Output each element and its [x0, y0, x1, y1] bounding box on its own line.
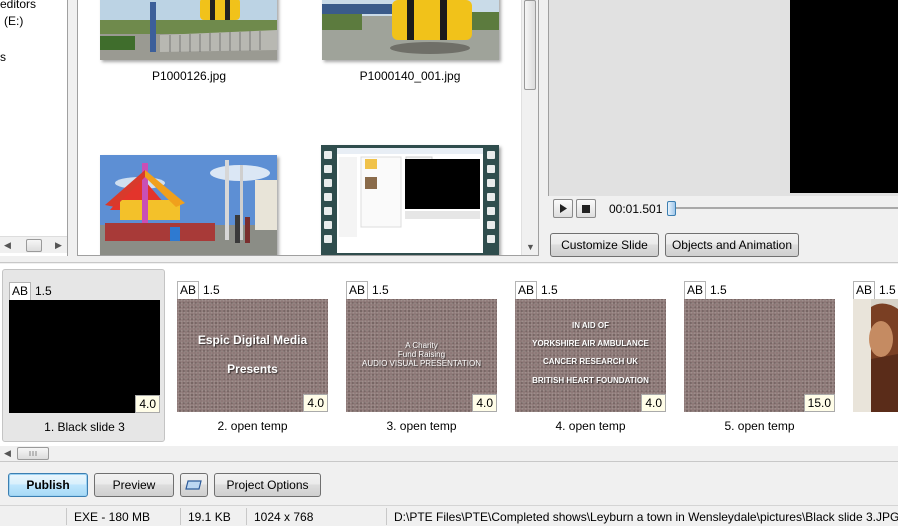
slide-text-line: BRITISH HEART FOUNDATION	[532, 376, 649, 385]
timeline-slider[interactable]	[667, 201, 676, 216]
stop-button[interactable]	[576, 199, 596, 218]
tree-item-drive-e[interactable]: (E:)	[4, 14, 23, 28]
ride-photo-icon	[100, 155, 277, 255]
slide-item[interactable]: AB 1.5	[847, 269, 898, 442]
transition-duration: 1.5	[541, 283, 558, 297]
slide-label: 4. open temp	[555, 419, 626, 433]
transition-badge[interactable]: AB	[684, 281, 706, 300]
slide-text-line: CANCER RESEARCH UK	[542, 357, 639, 366]
slide-text-line: Espic Digital Media	[197, 333, 308, 347]
fairground-photo-icon	[100, 0, 277, 60]
project-options-button[interactable]: Project Options	[214, 473, 321, 497]
file-path: D:\PTE Files\PTE\Completed shows\Leyburn…	[394, 510, 898, 524]
objects-and-animation-button[interactable]: Objects and Animation	[665, 233, 799, 257]
transition-badge[interactable]: AB	[515, 281, 537, 300]
slide-item[interactable]: AB 1.5 IN AID OF YORKSHIRE AIR AMBULANCE…	[509, 269, 672, 442]
file-thumbnail-p1000126[interactable]	[100, 0, 277, 60]
preview-button[interactable]: Preview	[94, 473, 174, 497]
slide-thumbnail[interactable]: 15.0	[684, 299, 835, 412]
browser-scroll-thumb[interactable]	[524, 0, 536, 90]
exe-size: EXE - 180 MB	[74, 510, 151, 524]
ride-photo-icon	[322, 0, 499, 60]
slide-thumbnail[interactable]: IN AID OF YORKSHIRE AIR AMBULANCE CANCER…	[515, 299, 666, 412]
customize-slide-button[interactable]: Customize Slide	[550, 233, 659, 257]
image-dimensions: 1024 x 768	[254, 510, 314, 524]
panel-divider[interactable]	[0, 262, 898, 263]
scroll-left-icon[interactable]: ◀	[4, 448, 11, 459]
play-icon	[560, 204, 567, 213]
scroll-right-icon[interactable]: ▶	[55, 240, 62, 251]
file-size: 19.1 KB	[188, 510, 231, 524]
slide-thumbnail[interactable]	[853, 299, 898, 412]
film-strip-icon	[321, 145, 499, 255]
slide-label: 3. open temp	[386, 419, 457, 433]
tree-horizontal-scrollbar[interactable]: ◀ ▶	[0, 236, 67, 253]
slide-list-horizontal-scrollbar[interactable]: ◀	[0, 446, 898, 461]
scroll-left-icon[interactable]: ◀	[4, 240, 11, 251]
slide-duration: 4.0	[303, 394, 328, 412]
slide-duration: 4.0	[472, 394, 497, 412]
person-photo-icon	[853, 299, 898, 412]
tree-item-s[interactable]: s	[0, 50, 6, 64]
grip-icon	[29, 451, 37, 456]
slide-duration: 4.0	[135, 395, 160, 413]
fullscreen-preview-button[interactable]	[180, 473, 208, 497]
slide-label: 5. open temp	[724, 419, 795, 433]
slide-list-scroll-thumb[interactable]	[17, 447, 49, 460]
preview-image	[790, 0, 898, 193]
slide-thumbnail[interactable]: A Charity Fund Raising AUDIO VISUAL PRES…	[346, 299, 497, 412]
transition-duration: 1.5	[710, 283, 727, 297]
file-name[interactable]: P1000126.jpg	[89, 69, 289, 83]
play-button[interactable]	[553, 199, 573, 218]
scroll-down-icon[interactable]: ▼	[526, 242, 535, 252]
playback-time: 00:01.501	[609, 202, 663, 216]
slide-item[interactable]: AB 1.5 15.0 5. open temp	[678, 269, 841, 442]
slide-label: 2. open temp	[217, 419, 288, 433]
timeline-track[interactable]	[671, 207, 898, 209]
slide-label: 1. Black slide 3	[44, 420, 125, 434]
folder-tree[interactable]: editors (E:) s ◀ ▶	[0, 0, 68, 256]
slide-thumbnail[interactable]: Espic Digital Media Presents 4.0	[177, 299, 328, 412]
slide-item[interactable]: AB 1.5 Espic Digital Media Presents 4.0 …	[171, 269, 334, 442]
transition-badge[interactable]: AB	[346, 281, 368, 300]
file-thumbnail-screenshot[interactable]	[321, 145, 499, 255]
screen-icon	[185, 480, 202, 490]
slide-item[interactable]: AB 1.5 A Charity Fund Raising AUDIO VISU…	[340, 269, 503, 442]
slide-text-line: Presents	[227, 362, 278, 376]
slide-duration: 15.0	[803, 394, 835, 412]
tree-scroll-thumb[interactable]	[26, 239, 42, 252]
transition-duration: 1.5	[372, 283, 389, 297]
browser-vertical-scrollbar[interactable]: ▼	[521, 0, 538, 255]
tree-item-editors[interactable]: editors	[0, 0, 36, 11]
slide-preview	[548, 0, 898, 196]
transition-badge[interactable]: AB	[177, 281, 199, 300]
status-bar: EXE - 180 MB 19.1 KB 1024 x 768 D:\PTE F…	[0, 505, 898, 526]
transition-duration: 1.5	[879, 283, 896, 297]
slide-text-line: A Charity	[405, 341, 438, 350]
panel-divider	[0, 461, 898, 462]
playback-bar: 00:01.501	[548, 196, 898, 222]
slide-item[interactable]: AB 1.5 4.0 1. Black slide 3	[2, 269, 165, 442]
slide-text-line: Fund Raising	[397, 350, 446, 359]
slide-text-line: YORKSHIRE AIR AMBULANCE	[532, 339, 649, 348]
slide-duration: 4.0	[641, 394, 666, 412]
file-thumbnail-fairground[interactable]	[100, 155, 277, 255]
stop-icon	[582, 205, 590, 213]
file-thumbnail-p1000140-001[interactable]	[322, 0, 499, 60]
slide-text-line: AUDIO VISUAL PRESENTATION	[362, 359, 481, 368]
transition-badge[interactable]: AB	[9, 282, 31, 301]
publish-button[interactable]: Publish	[8, 473, 88, 497]
slide-text-line: IN AID OF	[571, 321, 610, 330]
slide-list[interactable]: AB 1.5 4.0 1. Black slide 3 AB 1.5 Espic…	[0, 264, 898, 446]
transition-badge[interactable]: AB	[853, 281, 875, 300]
slide-thumbnail[interactable]: 4.0	[9, 300, 160, 413]
transition-duration: 1.5	[35, 284, 52, 298]
file-browser[interactable]: P1000126.jpg P1000140_001.jpg ▼	[77, 0, 539, 256]
transition-duration: 1.5	[203, 283, 220, 297]
file-name[interactable]: P1000140_001.jpg	[310, 69, 510, 83]
